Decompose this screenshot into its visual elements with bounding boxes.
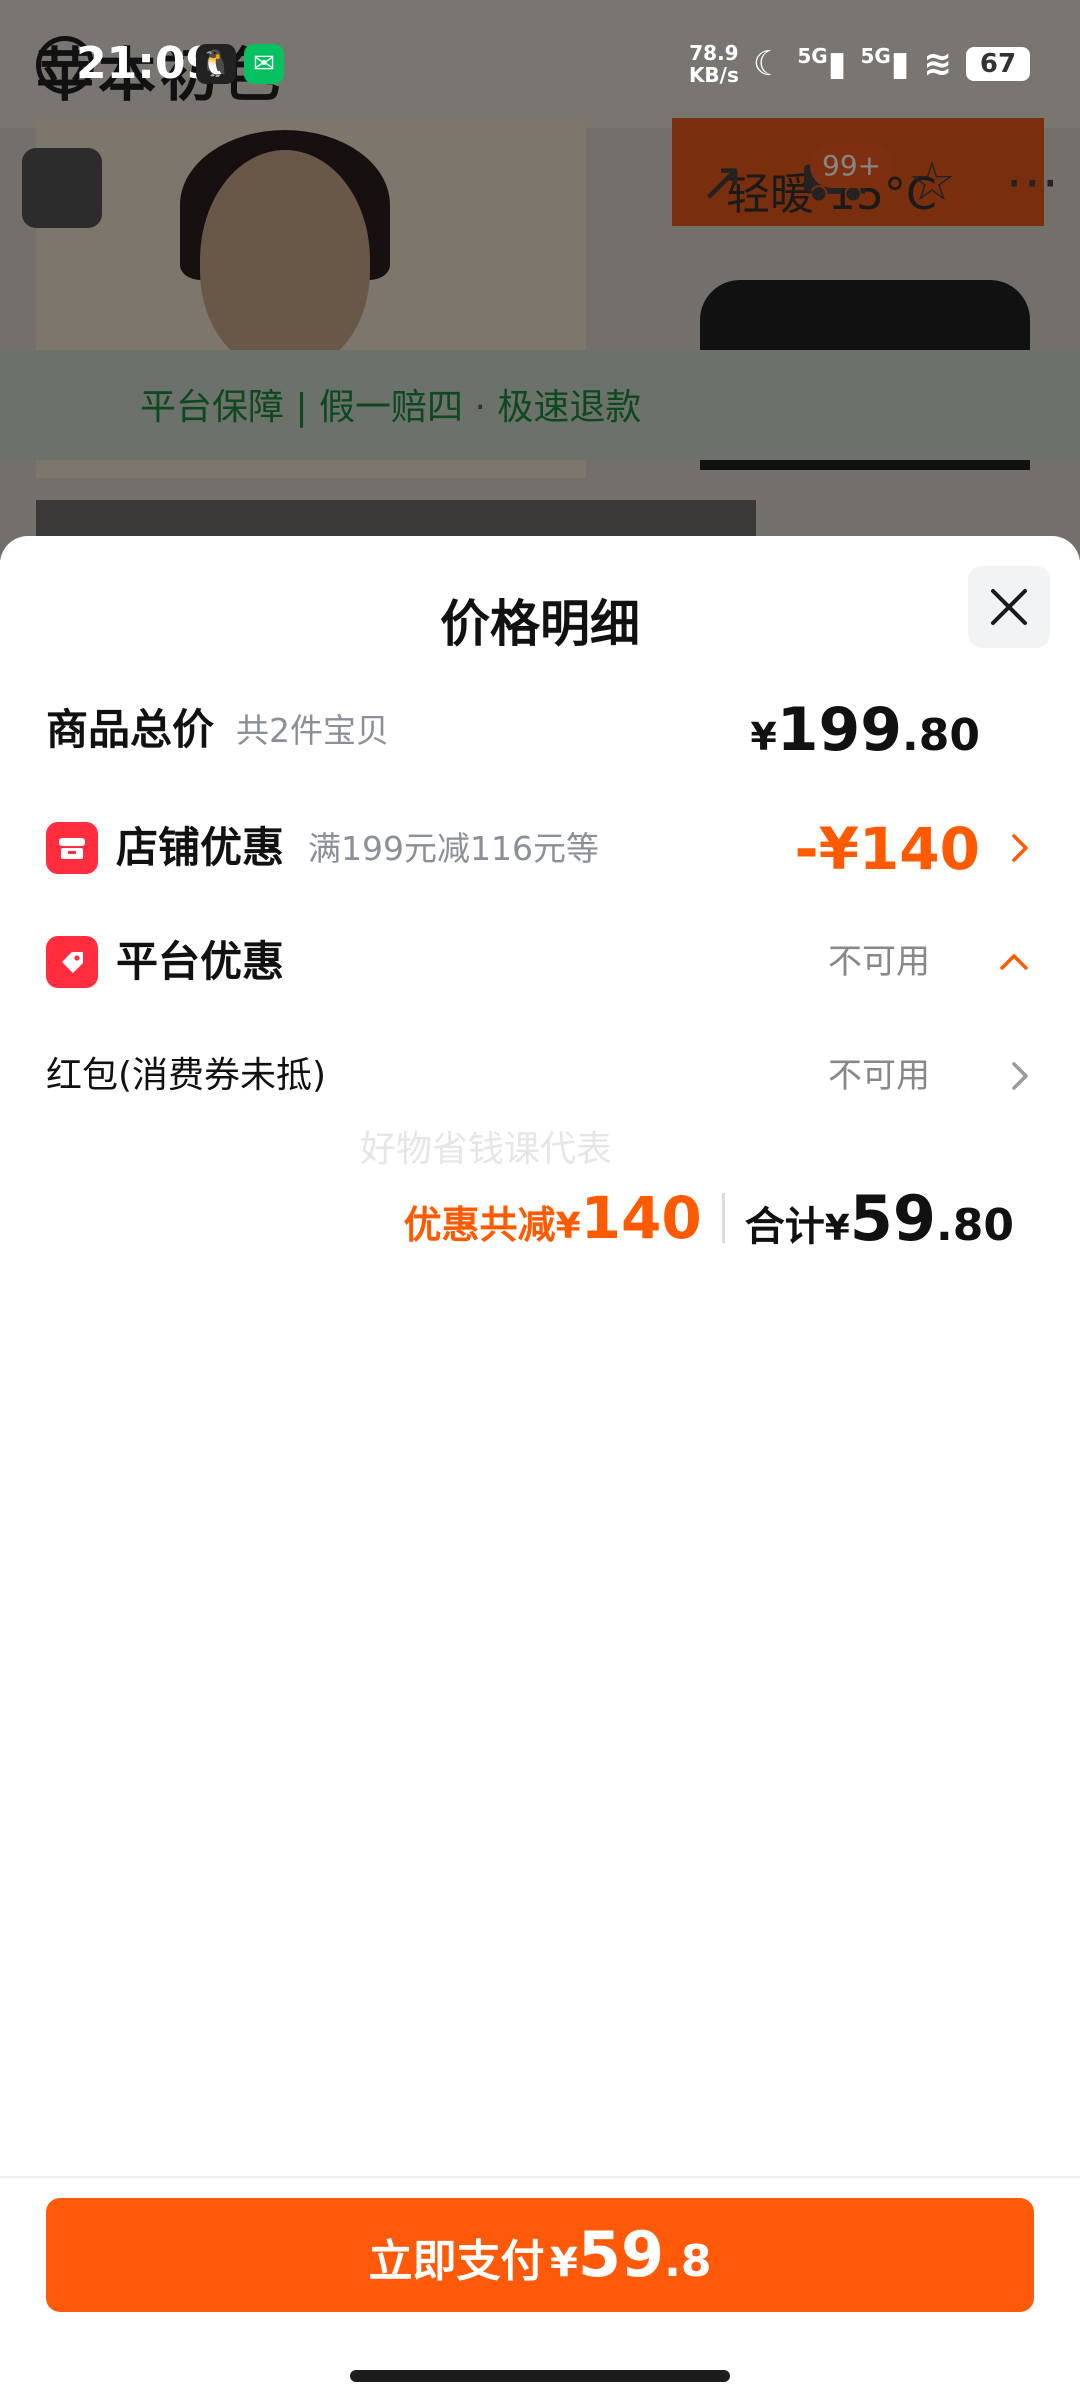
summary-discount-value: 140 — [580, 1184, 702, 1252]
summary-total-decimal: .80 — [936, 1199, 1014, 1251]
goods-total-decimal: .80 — [902, 710, 980, 761]
net-speed-value: 78.9 — [689, 41, 739, 65]
net-speed-unit: KB/s — [688, 63, 739, 87]
shop-discount-condition: 满199元减116元等 — [308, 829, 599, 868]
goods-count: 共2件宝贝 — [236, 711, 389, 750]
watermark: 好物省钱课代表 — [360, 1129, 613, 1170]
shop-icon — [46, 822, 98, 874]
summary-discount: 优惠共减¥140 — [404, 1184, 702, 1252]
price-summary: 优惠共减¥140 合计¥59.80 — [404, 1178, 1014, 1258]
summary-discount-label: 优惠共减 — [403, 1203, 556, 1247]
goods-total-price: ¥199.80 — [750, 690, 980, 785]
wechat-icon: ✉ — [244, 44, 284, 84]
coupon-tag-icon — [46, 936, 98, 988]
summary-total-currency: ¥ — [824, 1207, 850, 1249]
chevron-up-icon — [1000, 954, 1028, 970]
wifi-icon: ≋ — [923, 44, 953, 84]
status-right-group: 78.9 KB/s ☾ 5G▮ 5G▮ ≋ 67 — [689, 36, 1030, 92]
goods-total-row: 商品总价 共2件宝贝 ¥199.80 — [46, 690, 1036, 770]
platform-discount-status: 不可用 — [828, 942, 930, 982]
platform-discount-label: 平台优惠 — [116, 937, 285, 986]
net-speed: 78.9 KB/s — [689, 42, 739, 86]
red-packet-label: 红包(消费券未抵) — [46, 1055, 327, 1096]
red-packet-status: 不可用 — [828, 1056, 930, 1096]
price-detail-sheet: 价格明细 商品总价 共2件宝贝 ¥199.80 店铺优惠 满199元减116元等… — [0, 536, 1080, 2400]
signal-2: 5G▮ — [860, 44, 909, 84]
sheet-title: 价格明细 — [440, 595, 640, 653]
pay-integer: 59 — [577, 2218, 665, 2291]
signal-bars-1-icon: ▮ — [827, 44, 847, 84]
summary-total-integer: 59 — [849, 1181, 937, 1255]
chevron-right-icon — [1012, 834, 1028, 862]
qq-icon: 🐧 — [196, 44, 236, 84]
home-indicator[interactable] — [350, 2370, 730, 2382]
summary-discount-currency: ¥ — [555, 1206, 581, 1247]
battery-indicator: 67 — [966, 47, 1030, 81]
footer-divider — [0, 2176, 1080, 2178]
goods-total-integer: 199 — [776, 695, 903, 765]
goods-total-label: 商品总价 — [46, 705, 215, 754]
pay-decimal: .8 — [664, 2236, 712, 2287]
status-bar: 21:09 🐧 ✉ 78.9 KB/s ☾ 5G▮ 5G▮ ≋ 67 — [0, 0, 1080, 128]
pay-label: 立即支付 — [368, 2236, 545, 2287]
close-icon — [991, 589, 1027, 625]
moon-icon: ☾ — [752, 44, 784, 84]
pay-now-button[interactable]: 立即支付 ¥59.8 — [46, 2198, 1034, 2312]
signal-2-label: 5G — [860, 44, 891, 68]
goods-total-currency: ¥ — [750, 715, 777, 759]
signal-bars-2-icon: ▮ — [890, 44, 910, 84]
signal-1: 5G▮ — [797, 44, 846, 84]
platform-discount-row[interactable]: 平台优惠 不可用 — [46, 922, 1036, 1002]
summary-total: 合计¥59.80 — [745, 1182, 1014, 1255]
chevron-right-icon — [1012, 1062, 1028, 1090]
shop-discount-row[interactable]: 店铺优惠 满199元减116元等 -¥140 — [46, 808, 1036, 888]
signal-1-label: 5G — [797, 44, 828, 68]
summary-divider — [721, 1193, 725, 1243]
shop-discount-amount: -¥140 — [794, 815, 981, 883]
summary-total-label: 合计 — [744, 1203, 825, 1250]
red-packet-row[interactable]: 红包(消费券未抵) 不可用 — [46, 1036, 1036, 1116]
close-button[interactable] — [968, 566, 1050, 648]
shop-discount-label: 店铺优惠 — [116, 823, 285, 872]
pay-currency: ¥ — [550, 2240, 578, 2286]
